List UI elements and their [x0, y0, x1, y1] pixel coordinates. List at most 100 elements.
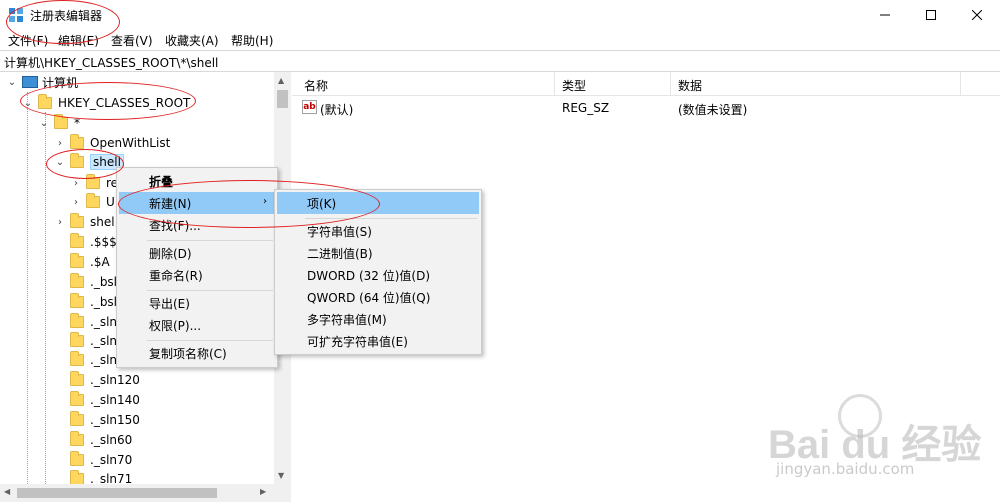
tree-label: OpenWithList	[90, 136, 171, 150]
tree-node-ext[interactable]: ._sln140	[54, 390, 140, 410]
minimize-button[interactable]	[862, 0, 908, 30]
chevron-down-icon[interactable]: ⌄	[38, 118, 50, 129]
menu-item-export[interactable]: 导出(E)	[119, 292, 275, 314]
tree-guide-line	[45, 112, 46, 484]
folder-icon	[86, 193, 100, 208]
menu-item-find[interactable]: 查找(F)...	[119, 214, 275, 236]
tree-label: *	[74, 116, 80, 130]
menu-item-collapse[interactable]: 折叠	[119, 170, 275, 192]
tree-node-shell-child[interactable]: › re	[70, 173, 118, 193]
computer-icon	[22, 76, 38, 88]
baidu-watermark: Bai du 经验 jingyan.baidu.com	[768, 390, 993, 500]
menu-item-rename[interactable]: 重命名(R)	[119, 264, 275, 286]
tree-node-shell-child[interactable]: › U	[70, 192, 115, 212]
chevron-down-icon[interactable]: ⌄	[54, 157, 66, 168]
menu-view[interactable]: 查看(V)	[111, 32, 153, 49]
chevron-right-icon[interactable]: ›	[70, 178, 82, 189]
tree-node-star[interactable]: ⌄ *	[38, 113, 80, 133]
chevron-down-icon[interactable]: ⌄	[22, 98, 34, 109]
menu-separator	[147, 290, 273, 291]
maximize-icon	[926, 10, 936, 20]
folder-icon	[70, 134, 84, 149]
regedit-icon	[9, 8, 23, 22]
tree-node-ext[interactable]: ._sln120	[54, 370, 140, 390]
column-type[interactable]: 类型	[562, 77, 586, 94]
tree-node-ext[interactable]: .$A	[54, 252, 110, 272]
scroll-thumb[interactable]	[17, 488, 217, 498]
value-name: (默认)	[320, 103, 354, 117]
column-divider[interactable]	[960, 72, 961, 96]
column-name[interactable]: 名称	[304, 77, 328, 94]
submenu-item-key[interactable]: 项(K)	[277, 192, 479, 214]
folder-icon	[70, 431, 84, 446]
chevron-right-icon[interactable]: ›	[54, 138, 66, 149]
folder-icon	[70, 351, 84, 366]
tree-node-shellex[interactable]: › shel	[54, 212, 115, 232]
scroll-up-icon[interactable]: ▲	[278, 76, 284, 85]
folder-icon	[38, 94, 52, 109]
maximize-button[interactable]	[908, 0, 954, 30]
scroll-left-icon[interactable]: ◀	[4, 487, 10, 496]
tree-node-computer[interactable]: ⌄ 计算机	[6, 72, 78, 92]
submenu-item-expandable-string[interactable]: 可扩充字符串值(E)	[277, 330, 479, 352]
submenu-item-string[interactable]: 字符串值(S)	[277, 220, 479, 242]
tree-node-ext[interactable]: ._sln60	[54, 430, 132, 450]
folder-icon	[70, 233, 84, 248]
menu-separator	[305, 218, 477, 219]
tree-node-ext[interactable]: ._sln	[54, 312, 117, 332]
folder-icon	[70, 153, 84, 168]
title-bar: 注册表编辑器	[0, 0, 1000, 30]
scroll-thumb[interactable]	[277, 90, 288, 108]
menu-help[interactable]: 帮助(H)	[231, 32, 273, 49]
tree-node-ext[interactable]: .$$$	[54, 232, 117, 252]
value-data: (数值未设置)	[678, 103, 748, 117]
tree-node-ext[interactable]: ._sln71	[54, 469, 132, 484]
column-data[interactable]: 数据	[678, 77, 702, 94]
value-row[interactable]: ab (默认) REG_SZ (数值未设置)	[292, 98, 1000, 118]
menu-item-delete[interactable]: 删除(D)	[119, 242, 275, 264]
menu-file[interactable]: 文件(F)	[8, 32, 48, 49]
folder-icon	[70, 470, 84, 484]
tree-node-hkcr[interactable]: ⌄ HKEY_CLASSES_ROOT	[22, 93, 190, 113]
tree-node-shell[interactable]: ⌄ shell	[54, 152, 124, 172]
folder-icon	[70, 451, 84, 466]
tree-label: ._sln71	[90, 472, 133, 484]
folder-icon	[70, 253, 84, 268]
chevron-right-icon[interactable]: ›	[54, 217, 66, 228]
scroll-down-icon[interactable]: ▼	[278, 471, 284, 480]
new-submenu: 项(K) 字符串值(S) 二进制值(B) DWORD (32 位)值(D) QW…	[274, 189, 482, 355]
scroll-right-icon[interactable]: ▶	[260, 487, 266, 496]
tree-horizontal-scrollbar[interactable]: ◀ ▶	[0, 484, 291, 502]
close-button[interactable]	[954, 0, 1000, 30]
minimize-icon	[880, 14, 890, 16]
folder-icon	[70, 332, 84, 347]
address-path: 计算机\HKEY_CLASSES_ROOT\*\shell	[4, 56, 219, 70]
submenu-item-qword[interactable]: QWORD (64 位)值(Q)	[277, 286, 479, 308]
menu-edit[interactable]: 编辑(E)	[58, 32, 99, 49]
column-divider[interactable]	[670, 72, 671, 96]
menu-item-permissions[interactable]: 权限(P)...	[119, 314, 275, 336]
tree-label: U	[106, 195, 115, 209]
value-type: REG_SZ	[562, 101, 610, 115]
menu-separator	[147, 240, 273, 241]
column-header: 名称 类型 数据	[292, 72, 1000, 96]
menu-separator	[147, 340, 273, 341]
menu-item-new[interactable]: 新建(N) ›	[119, 192, 275, 214]
submenu-item-multi-string[interactable]: 多字符串值(M)	[277, 308, 479, 330]
context-menu: 折叠 新建(N) › 查找(F)... 删除(D) 重命名(R) 导出(E) 权…	[116, 167, 278, 368]
tree-node-openwithlist[interactable]: › OpenWithList	[54, 133, 170, 153]
address-bar[interactable]: 计算机\HKEY_CLASSES_ROOT\*\shell	[0, 50, 1000, 72]
submenu-item-binary[interactable]: 二进制值(B)	[277, 242, 479, 264]
submenu-item-dword[interactable]: DWORD (32 位)值(D)	[277, 264, 479, 286]
tree-guide-line	[27, 92, 28, 484]
folder-icon	[70, 293, 84, 308]
tree-label: shel	[90, 215, 115, 229]
chevron-right-icon[interactable]: ›	[70, 197, 82, 208]
tree-node-ext[interactable]: ._sln70	[54, 450, 132, 470]
column-divider[interactable]	[554, 72, 555, 96]
tree-node-ext[interactable]: ._sln150	[54, 410, 140, 430]
tree-label: ._sln	[90, 315, 118, 329]
menu-favorites[interactable]: 收藏夹(A)	[165, 32, 219, 49]
menu-item-copy-key-name[interactable]: 复制项名称(C)	[119, 342, 275, 364]
chevron-down-icon[interactable]: ⌄	[6, 77, 18, 88]
